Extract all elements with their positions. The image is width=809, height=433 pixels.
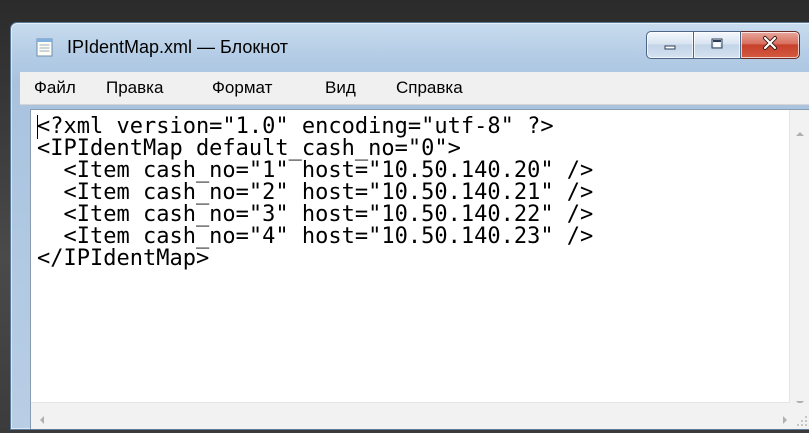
vertical-scrollbar[interactable] (789, 110, 809, 405)
code-line: </IPIdentMap> (37, 246, 210, 271)
menu-help[interactable]: Справка (396, 78, 463, 98)
text-editor: <?xml version="1.0" encoding="utf-8" ?> … (30, 109, 809, 429)
code-line: <IPIdentMap default_cash_no="0"> (37, 136, 461, 161)
notepad-icon (35, 37, 55, 57)
minimize-button[interactable] (646, 31, 694, 59)
menu-file[interactable]: Файл (34, 78, 76, 98)
window-title: IPIdentMap.xml — Блокнот (67, 37, 289, 57)
resize-grip-icon[interactable] (790, 403, 809, 429)
code-line: <Item cash_no="3" host="10.50.140.22" /> (37, 202, 594, 227)
close-icon (761, 35, 779, 55)
code-line: <Item cash_no="2" host="10.50.140.21" /> (37, 180, 594, 205)
code-line: <Item cash_no="4" host="10.50.140.23" /> (37, 224, 594, 249)
maximize-button[interactable] (694, 31, 741, 59)
notepad-window: IPIdentMap.xml — Блокнот Файл Правка Фор… (10, 22, 809, 430)
close-button[interactable] (741, 31, 800, 59)
menu-bar: Файл Правка Формат Вид Справка (20, 72, 809, 105)
horizontal-scrollbar[interactable] (31, 402, 790, 429)
title-bar[interactable]: IPIdentMap.xml — Блокнот (11, 23, 809, 69)
maximize-icon (709, 36, 725, 55)
menu-edit[interactable]: Правка (106, 78, 163, 98)
text-area[interactable]: <?xml version="1.0" encoding="utf-8" ?> … (31, 110, 790, 403)
code-line: <?xml version="1.0" encoding="utf-8" ?> (37, 114, 554, 139)
caption-buttons (646, 31, 800, 59)
minimize-icon (662, 36, 678, 55)
code-line: <Item cash_no="1" host="10.50.140.20" /> (37, 158, 594, 183)
menu-view[interactable]: Вид (325, 78, 356, 98)
menu-format[interactable]: Формат (212, 78, 272, 98)
